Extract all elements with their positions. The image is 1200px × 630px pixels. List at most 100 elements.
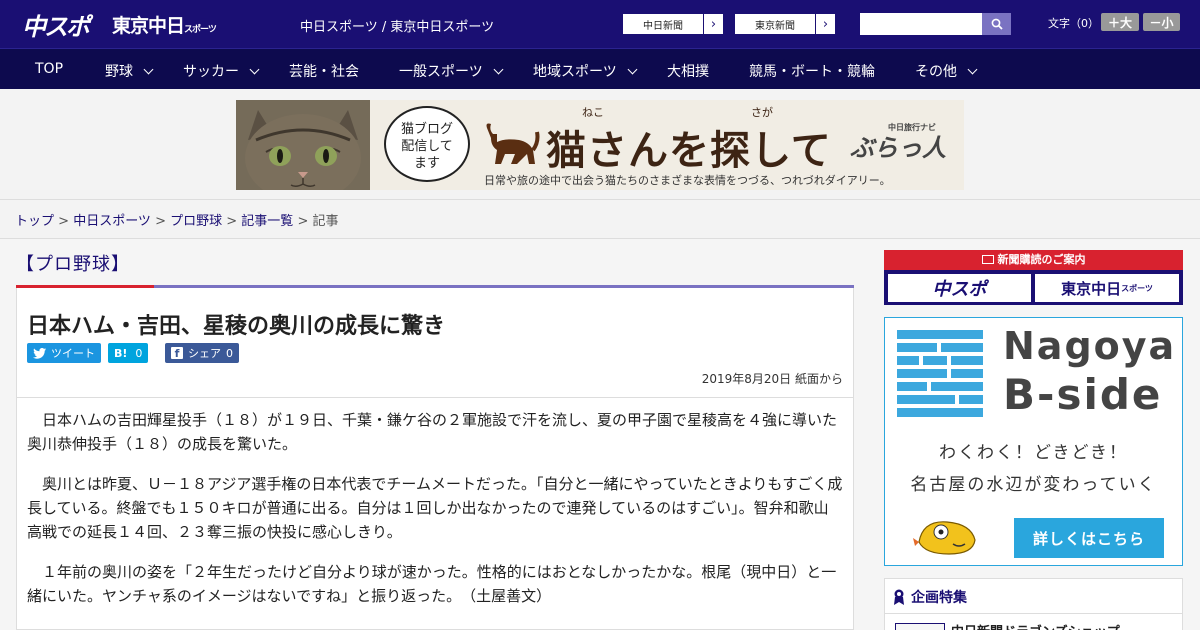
article-title: 日本ハム・吉田、星稜の奥川の成長に驚き xyxy=(27,314,446,339)
chevron-down-icon xyxy=(627,64,638,74)
nav-soccer[interactable]: サッカー xyxy=(183,61,260,81)
bside-logo-blocks xyxy=(897,330,985,417)
cat-photo xyxy=(236,100,370,190)
logo-block xyxy=(897,395,955,404)
nav-entertainment[interactable]: 芸能・社会 xyxy=(289,61,359,81)
dragons-shop-link[interactable]: 中日新聞ドラゴンズショップ xyxy=(951,621,1120,630)
brand-small: 中日旅行ナビ xyxy=(888,123,936,132)
search-input[interactable] xyxy=(860,13,982,35)
chevron-down-icon xyxy=(249,64,260,74)
tweet-label: ツイート xyxy=(51,347,95,360)
chunichi-shimbun-link[interactable]: 中日新聞 › xyxy=(622,13,724,35)
facebook-share-button[interactable]: f シェア 0 xyxy=(165,343,239,363)
subscribe-chuspo-link[interactable]: 中スポ xyxy=(888,274,1031,302)
search-button[interactable] xyxy=(982,13,1011,35)
nav-label: サッカー xyxy=(183,64,239,80)
logo-block xyxy=(931,382,983,391)
tweet-button[interactable]: ツイート xyxy=(27,343,101,363)
burattojin-logo: ぶらっ人 中日旅行ナビ xyxy=(850,123,946,163)
nav-label: 大相撲 xyxy=(667,64,709,80)
nav-label: その他 xyxy=(915,64,957,80)
breadcrumb-pro-baseball[interactable]: プロ野球 xyxy=(170,214,222,229)
dragons-shop-thumbnail[interactable] xyxy=(895,623,945,630)
logo-block xyxy=(897,343,937,352)
nav-other[interactable]: その他 xyxy=(915,61,978,81)
font-smaller-button[interactable]: －小 xyxy=(1143,13,1180,31)
logo-block xyxy=(951,356,983,365)
banner-subtitle: 日常や旅の途中で出会う猫たちのさまざまな表情をつづる、つれづれダイアリー。 xyxy=(484,174,891,187)
facebook-share-label: シェア xyxy=(188,347,221,360)
bside-copy-line2: 名古屋の水辺が変わっていく xyxy=(910,475,1157,495)
article-header: 日本ハム・吉田、星稜の奥川の成長に驚き ツイート B! 0 f シェア 0 20… xyxy=(16,288,854,398)
breadcrumb-top[interactable]: トップ xyxy=(15,214,54,229)
logo-block xyxy=(897,369,947,378)
article-body: 日本ハムの吉田輝星投手（１８）が１９日、千葉・鎌ケ谷の２軍施設で汗を流し、夏の甲… xyxy=(16,398,854,630)
breadcrumb-sep: > xyxy=(222,214,242,229)
font-bigger-button[interactable]: ＋大 xyxy=(1101,13,1139,31)
logo-block xyxy=(897,382,927,391)
breadcrumb: トップ > 中日スポーツ > プロ野球 > 記事一覧 > 記事 xyxy=(0,200,1200,239)
chunichi-shimbun-label: 中日新聞 xyxy=(643,20,683,32)
nav-local-sports[interactable]: 地域スポーツ xyxy=(533,61,638,81)
chevron-down-icon xyxy=(493,64,504,74)
nagoya-bside-ad[interactable]: Nagoya B-side わくわく！どきどき！ 名古屋の水辺が変わっていく 詳… xyxy=(884,317,1183,566)
site-header: 中スポ 東京中日スポーツ 中日スポーツ / 東京中日スポーツ 中日新聞 › 東京… xyxy=(0,0,1200,48)
bside-title-line1: Nagoya xyxy=(1003,324,1177,368)
hatena-bookmark-icon: B! xyxy=(114,346,128,360)
article-paragraph: １年前の奥川の姿を「２年生だったけど自分より球が速かった。性格的にはおとなしかっ… xyxy=(27,563,837,605)
subscribe-tokyo-link[interactable]: 東京中日 スポーツ xyxy=(1035,274,1179,302)
feature-section: 企画特集 中日新聞ドラゴンズショップ xyxy=(884,578,1183,630)
nav-label: 芸能・社会 xyxy=(289,64,359,80)
banner-area: 猫ブログ配信してます ねこ さが 猫さんを探して 日常や旅の途中で出会う猫たちの… xyxy=(0,89,1200,200)
nav-sumo[interactable]: 大相撲 xyxy=(667,61,709,81)
nav-label: 競馬・ボート・競輪 xyxy=(749,64,875,80)
logo-block xyxy=(959,395,983,404)
chevron-right-icon: › xyxy=(703,14,723,34)
banner-title: 猫さんを探して xyxy=(546,128,832,174)
tokyo-logo-small: スポーツ xyxy=(184,25,217,35)
tokyo-chunichi-logo[interactable]: 東京中日スポーツ xyxy=(112,11,217,38)
brand-name: ぶらっ人 xyxy=(850,134,946,162)
category-heading: 【プロ野球】 xyxy=(16,254,130,275)
nav-label: 野球 xyxy=(105,64,133,80)
cat-blog-banner[interactable]: 猫ブログ配信してます ねこ さが 猫さんを探して 日常や旅の途中で出会う猫たちの… xyxy=(236,100,964,190)
subscription-head: 新聞購読のご案内 xyxy=(884,251,1183,267)
newspaper-icon xyxy=(981,255,994,264)
logo-block xyxy=(941,343,983,352)
main-nav: TOP 野球 サッカー 芸能・社会 一般スポーツ 地域スポーツ 大相撲 競馬・ボ… xyxy=(0,48,1200,89)
breadcrumb-current: 記事 xyxy=(312,214,339,229)
breadcrumb-chunichi-sports[interactable]: 中日スポーツ xyxy=(73,214,151,229)
ribbon-icon xyxy=(894,589,904,605)
fried-shrimp-mascot-icon xyxy=(913,521,976,555)
nav-label: 地域スポーツ xyxy=(533,64,617,80)
cat-silhouette-icon xyxy=(486,123,540,164)
logo-block xyxy=(897,356,919,365)
breadcrumb-sep: > xyxy=(293,214,313,229)
nav-general-sports[interactable]: 一般スポーツ xyxy=(399,61,504,81)
nav-top[interactable]: TOP xyxy=(35,61,63,77)
breadcrumb-article-list[interactable]: 記事一覧 xyxy=(241,214,293,229)
divider xyxy=(885,613,1182,614)
feature-heading: 企画特集 xyxy=(893,587,967,607)
font-size-label: 文字（0） xyxy=(1048,17,1099,30)
chevron-right-icon: › xyxy=(815,14,835,34)
subscribe-tokyo-small: スポーツ xyxy=(1121,283,1153,293)
bside-copy-line1: わくわく！どきどき！ xyxy=(939,443,1128,463)
nav-baseball[interactable]: 野球 xyxy=(105,61,154,81)
chuspo-logo[interactable]: 中スポ xyxy=(22,7,90,42)
nav-racing[interactable]: 競馬・ボート・競輪 xyxy=(749,61,875,81)
facebook-icon: f xyxy=(171,347,183,360)
article-paragraph: 日本ハムの吉田輝星投手（１８）が１９日、千葉・鎌ケ谷の２軍施設で汗を流し、夏の甲… xyxy=(27,411,838,453)
bside-details-button[interactable]: 詳しくはこちら xyxy=(1014,518,1164,558)
logo-block xyxy=(951,369,983,378)
bside-title-line2: B-side xyxy=(1003,370,1163,419)
search-icon xyxy=(991,18,1003,30)
tokyo-shimbun-label: 東京新聞 xyxy=(755,20,795,32)
twitter-bird-icon xyxy=(33,347,46,359)
subscription-banner[interactable]: 新聞購読のご案内 中スポ 東京中日 スポーツ xyxy=(884,250,1183,305)
chevron-down-icon xyxy=(143,64,154,74)
tokyo-shimbun-link[interactable]: 東京新聞 › xyxy=(734,13,836,35)
subscription-head-text: 新聞購読のご案内 xyxy=(997,253,1086,266)
logo-block xyxy=(923,356,947,365)
hatena-bookmark-button[interactable]: B! 0 xyxy=(108,343,149,363)
